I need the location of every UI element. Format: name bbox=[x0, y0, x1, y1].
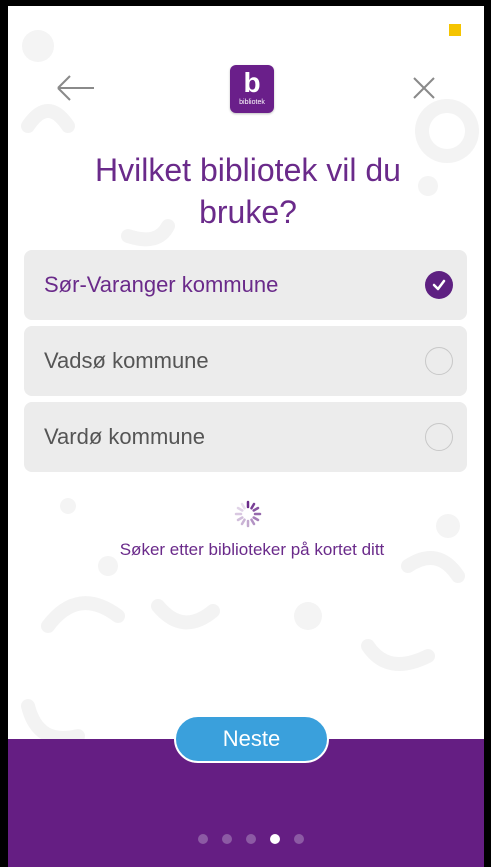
app-screen: b bibliotek Hvilket bibliotek vil du bru… bbox=[8, 6, 484, 867]
page-dot-active bbox=[270, 834, 280, 844]
arrow-left-icon bbox=[57, 75, 94, 101]
page-title: Hvilket bibliotek vil du bruke? bbox=[95, 152, 401, 230]
status-text: Søker etter biblioteker på kortet ditt bbox=[119, 540, 385, 559]
radio-checked[interactable] bbox=[425, 271, 453, 299]
checkmark-icon bbox=[432, 279, 446, 291]
app-logo: b bibliotek bbox=[230, 65, 274, 113]
option-label: Vadsø kommune bbox=[44, 348, 209, 373]
library-options: Sør-Varanger kommune Vadsø kommune Vardø… bbox=[24, 250, 467, 478]
option-label: Sør-Varanger kommune bbox=[44, 272, 279, 297]
logo-text: bibliotek bbox=[239, 99, 265, 106]
library-option-vardo[interactable]: Vardø kommune bbox=[24, 402, 467, 472]
page-dot bbox=[246, 834, 256, 844]
page-dot bbox=[198, 834, 208, 844]
page-dot bbox=[222, 834, 232, 844]
close-button[interactable] bbox=[406, 70, 442, 106]
page-indicator bbox=[198, 833, 318, 845]
library-option-vadso[interactable]: Vadsø kommune bbox=[24, 326, 467, 396]
library-option-sor-varanger[interactable]: Sør-Varanger kommune bbox=[24, 250, 467, 320]
page-dot bbox=[294, 834, 304, 844]
option-label: Vardø kommune bbox=[44, 424, 205, 449]
radio-unchecked[interactable] bbox=[425, 347, 453, 375]
next-button[interactable]: Neste bbox=[174, 715, 329, 763]
status-indicator bbox=[449, 24, 461, 36]
logo-glyph: b bbox=[243, 67, 261, 98]
back-button[interactable] bbox=[52, 68, 100, 108]
device-frame: b bibliotek Hvilket bibliotek vil du bru… bbox=[0, 0, 491, 867]
close-icon bbox=[413, 77, 435, 99]
radio-unchecked[interactable] bbox=[425, 423, 453, 451]
loading-spinner-icon bbox=[234, 500, 262, 528]
